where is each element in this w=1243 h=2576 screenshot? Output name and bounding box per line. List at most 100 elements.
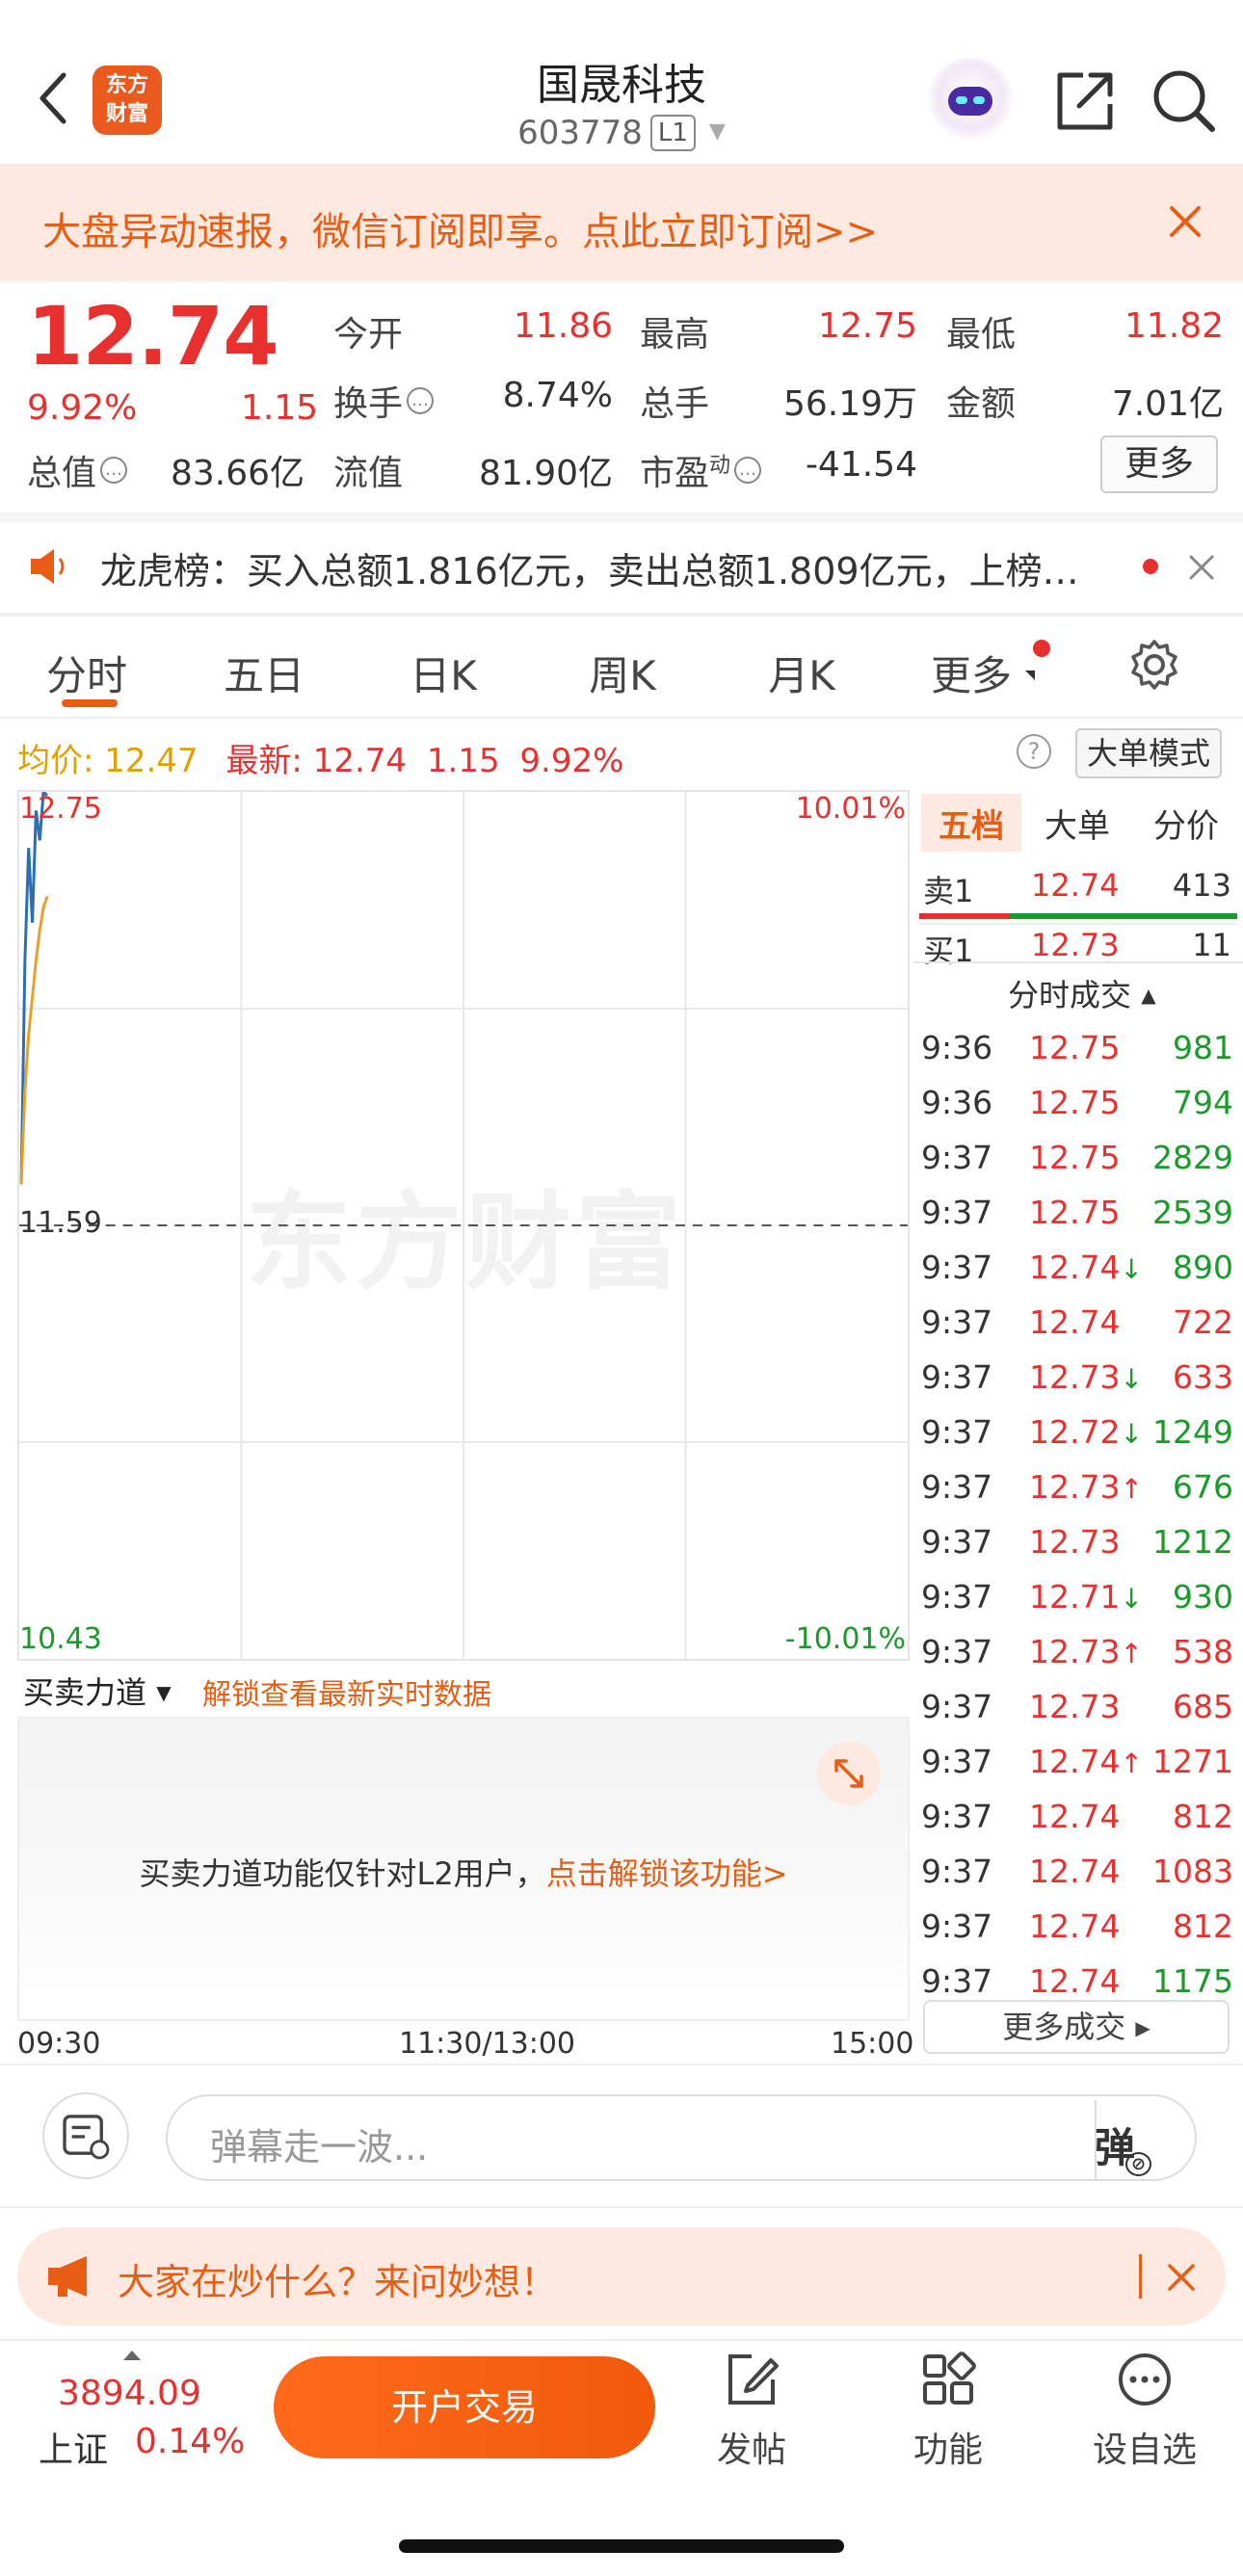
tab-five-day[interactable]: 五日 xyxy=(216,644,312,702)
ask-banner[interactable]: 大家在炒什么？来问妙想！ xyxy=(17,2227,1226,2326)
tick-time: 9:37 xyxy=(921,1853,993,1890)
tick-price: 12.75 xyxy=(1029,1139,1120,1176)
info-icon[interactable]: … xyxy=(407,387,435,414)
dragon-tiger-text[interactable]: 龙虎榜：买入总额1.816亿元，卖出总额1.809亿元，上榜… xyxy=(100,541,1112,594)
open-account-trade-button[interactable]: 开户交易 xyxy=(274,2356,655,2458)
force-dropdown[interactable]: 买卖力道 ▼ xyxy=(23,1669,172,1713)
amount-value: 7.01亿 xyxy=(1111,384,1224,424)
tick-time: 9:37 xyxy=(921,1468,993,1506)
share-icon[interactable] xyxy=(1050,67,1118,135)
assistant-robot-icon[interactable] xyxy=(927,58,1014,145)
home-indicator xyxy=(399,2539,844,2553)
dragon-close-icon[interactable] xyxy=(1185,551,1218,584)
tick-price-value: 12.74 xyxy=(1029,1303,1121,1341)
force-lock-text: 买卖力道功能仅针对L2用户， xyxy=(139,1855,546,1892)
tab-intraday[interactable]: 分时 xyxy=(39,644,135,702)
tab-weekly-k[interactable]: 周K xyxy=(574,644,671,702)
tick-price-value: 12.74 xyxy=(1029,1743,1121,1780)
info-icon[interactable]: … xyxy=(734,457,762,484)
open-value: 11.86 xyxy=(513,306,613,346)
tick-time: 9:37 xyxy=(921,1413,993,1451)
subscribe-banner[interactable]: 大盘异动速报，微信订阅即享。点此立即订阅>> xyxy=(0,164,1243,281)
tick-row: 9:37 12.73 1212 xyxy=(913,1515,1243,1570)
more-trades-button[interactable]: 更多成交 ▶ xyxy=(923,2000,1230,2054)
nav-functions-label: 功能 xyxy=(912,2431,983,2470)
tick-row: 9:37 12.74 812 xyxy=(913,1900,1243,1955)
force-unlock-link[interactable]: 解锁查看最新实时数据 xyxy=(202,1670,491,1713)
tick-price-value: 12.75 xyxy=(1029,1139,1121,1176)
tick-row: 9:37 12.74↑ 1271 xyxy=(913,1735,1243,1790)
section-divider xyxy=(0,2063,1243,2065)
time-label-noon: 11:30/13:00 xyxy=(399,2027,576,2061)
expand-icon[interactable] xyxy=(817,1742,881,1805)
tick-volume: 2829 xyxy=(1152,1139,1233,1176)
avg-value: 12.47 xyxy=(104,742,198,780)
nav-post[interactable]: 发帖 xyxy=(684,2351,819,2476)
ob-divider xyxy=(913,961,1243,963)
danmu-list-icon[interactable] xyxy=(42,2092,129,2179)
sort-caret-icon: ▲ xyxy=(1141,984,1156,1007)
open-label: 今开 xyxy=(333,315,404,355)
tab-daily-k[interactable]: 日K xyxy=(395,644,491,702)
more-quote-button[interactable]: 更多 xyxy=(1100,435,1218,493)
expand-arrows-icon xyxy=(834,1759,863,1788)
high-label: 最高 xyxy=(640,315,710,355)
tick-volume: 685 xyxy=(1173,1688,1233,1725)
tick-time: 9:37 xyxy=(921,1907,993,1945)
search-icon[interactable] xyxy=(1149,66,1218,135)
danmu-toggle-button[interactable]: 弹⊘ xyxy=(1095,2116,1162,2176)
tick-row: 9:37 12.72↓ 1249 xyxy=(913,1406,1243,1460)
help-icon[interactable]: ? xyxy=(1017,734,1051,769)
chart-grid xyxy=(19,792,908,1659)
dropdown-caret-icon: ▼ xyxy=(156,1681,172,1704)
pe-label[interactable]: 市盈动… xyxy=(640,445,762,495)
sell1-price: 12.74 xyxy=(1031,867,1120,904)
pe-value: -41.54 xyxy=(805,445,917,485)
ticks-header[interactable]: 分时成交 ▲ xyxy=(1008,971,1156,1015)
tick-volume: 1175 xyxy=(1152,1962,1233,2000)
ask-banner-text[interactable]: 大家在炒什么？来问妙想！ xyxy=(118,2252,557,2305)
index-pct[interactable]: 0.14% xyxy=(135,2422,245,2461)
ob-divider xyxy=(919,923,1237,925)
bottom-pct-label: -10.01% xyxy=(784,1622,906,1656)
tab-monthly-k[interactable]: 月K xyxy=(754,644,850,702)
info-icon[interactable]: … xyxy=(100,457,128,484)
nav-functions[interactable]: 功能 xyxy=(881,2351,1016,2476)
tab-price-dist[interactable]: 分价 xyxy=(1133,800,1239,847)
back-arrow-icon[interactable] xyxy=(35,69,73,127)
list-doc-icon xyxy=(63,2115,110,2160)
tab-more[interactable]: 更多 xyxy=(923,644,1019,702)
banner-close-icon[interactable] xyxy=(1164,200,1206,243)
index-value[interactable]: 3894.09 xyxy=(58,2374,201,2413)
tick-volume: 812 xyxy=(1173,1907,1233,1945)
speaker-icon xyxy=(31,549,65,584)
danmu-input[interactable]: 弹幕走一波... xyxy=(166,2094,1197,2181)
intraday-chart[interactable] xyxy=(17,790,910,1661)
big-order-mode-button[interactable]: 大单模式 xyxy=(1075,728,1222,778)
tab-big-orders[interactable]: 大单 xyxy=(1027,800,1127,847)
ask-banner-divider xyxy=(1139,2254,1142,2299)
tick-price-value: 12.73 xyxy=(1029,1468,1121,1506)
avg-label: 均价: xyxy=(17,742,94,780)
force-unlock-button[interactable]: 点击解锁该功能> xyxy=(546,1855,788,1892)
tick-time: 9:37 xyxy=(921,1303,993,1341)
stock-code-row[interactable]: 603778 L1 ▼ xyxy=(429,114,814,152)
tick-volume: 930 xyxy=(1173,1578,1233,1616)
tick-row: 9:37 12.75 2539 xyxy=(913,1186,1243,1241)
megaphone-icon xyxy=(48,2256,87,2297)
tick-time: 9:37 xyxy=(921,1249,993,1286)
gear-icon[interactable] xyxy=(1127,638,1181,692)
ask-close-icon[interactable] xyxy=(1166,2262,1197,2293)
tab-five-levels[interactable]: 五档 xyxy=(921,800,1021,847)
top-pct-label: 10.01% xyxy=(795,792,906,826)
subscribe-banner-text[interactable]: 大盘异动速报，微信订阅即享。点此立即订阅>> xyxy=(42,200,878,256)
pe-label-text: 市盈 xyxy=(640,454,710,493)
index-name[interactable]: 上证 xyxy=(39,2422,108,2472)
chevron-right-icon: ▶ xyxy=(1135,2016,1150,2039)
tick-time: 9:37 xyxy=(921,1194,993,1231)
tick-price-value: 12.73 xyxy=(1029,1358,1121,1396)
nav-add-watchlist[interactable]: 设自选 xyxy=(1077,2351,1212,2476)
mktcap-label[interactable]: 总值… xyxy=(27,445,128,495)
tick-price: 12.73 xyxy=(1029,1523,1120,1561)
turnover-label[interactable]: 换手… xyxy=(333,376,435,426)
